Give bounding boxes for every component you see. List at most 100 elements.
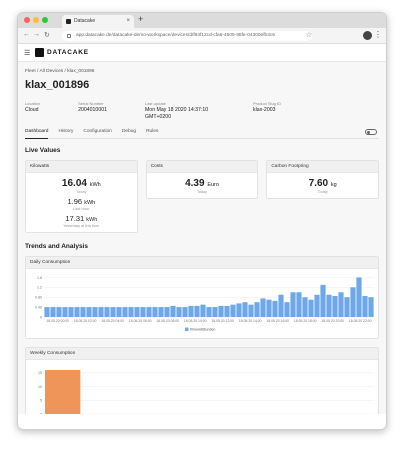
browser-window: Datacake × + ← → ↻ app.datacake.de/datac… <box>17 12 387 430</box>
tab-debug[interactable]: Debug <box>122 129 136 138</box>
card-title: Carbon Footpring <box>267 161 379 173</box>
kwh-today-caption: Today <box>76 190 87 194</box>
data-bar <box>86 307 92 317</box>
data-bar <box>104 307 110 317</box>
data-bar <box>338 292 344 317</box>
tab-configuration[interactable]: Configuration <box>83 129 112 138</box>
device-meta: Location Cloud Serial Number 2004010001 … <box>25 101 379 121</box>
data-bar <box>194 305 200 317</box>
lock-icon <box>67 34 71 38</box>
breadcrumb-all-devices[interactable]: All Devices <box>39 69 63 74</box>
live-values-heading: Live Values <box>25 147 61 154</box>
data-bar <box>362 296 368 317</box>
costs-number: 4.39 <box>185 178 205 189</box>
menu-icon[interactable]: ☰ <box>24 49 30 57</box>
meta-label: Last update <box>144 101 166 106</box>
data-bar <box>302 297 308 317</box>
data-bar <box>356 277 362 317</box>
data-bar <box>122 307 128 317</box>
new-tab-icon[interactable]: + <box>138 14 143 24</box>
browser-tab[interactable]: Datacake × <box>62 15 134 28</box>
daily-consumption-panel: Daily Consumption 0 0.40 0.80 1.2 1.6 18.05.2… <box>25 256 379 339</box>
browser-tabbar: Datacake × + <box>18 13 386 28</box>
data-bar <box>332 296 338 317</box>
x-tick-label: 18.05.20 12:00 <box>211 319 234 323</box>
address-bar-text: app.datacake.de/datacake-demo-workspace/… <box>76 33 275 38</box>
edit-mode-toggle[interactable] <box>365 129 377 135</box>
data-bar <box>248 304 254 317</box>
x-tick-label: 18.05.20 20:00 <box>321 319 344 323</box>
trends-heading: Trends and Analysis <box>25 243 88 250</box>
data-bar <box>134 307 140 317</box>
data-bar <box>254 302 260 317</box>
data-bar <box>74 307 80 317</box>
costs-card: Costs 4.39 Euro Today <box>145 160 259 199</box>
kwh-today-value: 16.04 kWh <box>26 178 137 189</box>
meta-label: Location <box>25 101 41 106</box>
data-bar <box>230 304 236 317</box>
close-window-dot[interactable] <box>24 17 30 23</box>
tab-rules[interactable]: Rules <box>146 129 158 138</box>
daily-consumption-chart: 0 0.40 0.80 1.2 1.6 18.05.20 00:00 18.05.20 02… <box>35 276 374 332</box>
x-tick-label: 18.05.20 16:00 <box>266 319 289 323</box>
weekly-consumption-chart: 05101518.05.20 00:0019.05.20 00:0020.05.… <box>38 370 374 414</box>
reload-icon[interactable]: ↻ <box>44 31 50 39</box>
data-bar <box>45 370 81 414</box>
data-bar <box>218 305 224 317</box>
address-bar[interactable]: app.datacake.de/datacake-demo-workspace/… <box>62 31 312 41</box>
y-tick-label: 0 <box>40 315 42 319</box>
meta-last-update: Last update Mon May 18 2020 14:37:10 GMT… <box>145 101 215 121</box>
datacake-logo-icon <box>35 48 44 57</box>
forward-icon[interactable]: → <box>33 31 40 38</box>
kwh-unit: kWh <box>89 182 101 188</box>
browser-menu-icon[interactable]: ⋮ <box>374 30 382 39</box>
tab-history[interactable]: History <box>58 129 73 138</box>
data-bar <box>92 307 98 317</box>
data-bar <box>164 307 170 317</box>
data-bar <box>68 307 74 317</box>
data-bar <box>350 287 356 317</box>
data-bar <box>308 299 314 317</box>
back-icon[interactable]: ← <box>23 31 30 38</box>
kilowatts-card: Kilowatts 16.04 kWh Today 1.96 kWh Last … <box>25 160 138 233</box>
bookmark-star-icon[interactable]: ☆ <box>306 31 312 39</box>
breadcrumb-fleet[interactable]: Fleet <box>25 69 36 74</box>
y-tick-label: 15 <box>38 371 42 375</box>
data-bar <box>368 297 374 317</box>
kwh-yesterday-number: 17.31 <box>65 214 85 223</box>
kwh-unit: kWh <box>86 217 98 223</box>
browser-toolbar: ← → ↻ app.datacake.de/datacake-demo-work… <box>18 28 386 44</box>
x-tick-label: 18.05.20 06:00 <box>129 319 152 323</box>
legend-label: Kilowattstunden <box>190 328 215 332</box>
data-bar <box>212 307 218 317</box>
data-bar <box>320 284 326 317</box>
device-tabs: Dashboard History Configuration Debug Ru… <box>25 129 379 139</box>
profile-avatar[interactable] <box>363 31 372 40</box>
costs-value: 4.39 Euro <box>147 178 258 189</box>
meta-label: Product Slug ID <box>252 101 281 106</box>
data-bar <box>170 305 176 317</box>
device-page: Fleet / All Devices / klax_001896 klax_0… <box>18 62 386 414</box>
data-bar <box>266 299 272 317</box>
close-tab-icon[interactable]: × <box>126 15 130 28</box>
y-tick-label: 0 <box>40 412 42 414</box>
meta-location: Location Cloud <box>25 101 40 121</box>
data-bar <box>80 307 86 317</box>
meta-value: Mon May 18 2020 14:37:10 GMT+0200 <box>144 107 209 120</box>
data-bar <box>344 297 350 317</box>
x-tick-label: 18.05.20 22:00 <box>349 319 372 323</box>
live-value-cards: Kilowatts 16.04 kWh Today 1.96 kWh Last … <box>25 160 380 233</box>
kwh-last-hour-caption: Last Hour <box>73 207 90 211</box>
minimize-window-dot[interactable] <box>33 17 39 23</box>
favicon-icon <box>66 19 71 24</box>
carbon-card: Carbon Footpring 7.60 kg Today <box>266 160 380 199</box>
x-tick-label: 18.05.20 08:00 <box>156 319 179 323</box>
breadcrumb-separator: / <box>64 69 66 74</box>
meta-product-slug: Product Slug ID klax-2003 <box>253 101 281 121</box>
data-bar <box>146 307 152 317</box>
maximize-window-dot[interactable] <box>42 17 48 23</box>
x-tick-label: 18.05.20 18:00 <box>294 319 317 323</box>
tab-dashboard[interactable]: Dashboard <box>25 129 49 139</box>
data-bar <box>176 307 182 317</box>
x-tick-label: 18.05.20 14:00 <box>239 319 262 323</box>
